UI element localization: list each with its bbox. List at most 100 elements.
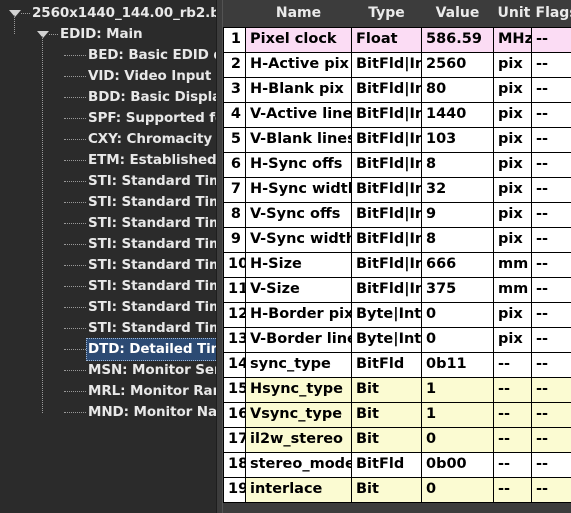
cell-name[interactable]: Vsync_type (245, 401, 352, 428)
cell-value[interactable]: 1 (421, 376, 494, 403)
cell-unit[interactable]: pix (493, 176, 532, 203)
column-header-type[interactable]: Type (351, 0, 422, 27)
cell-unit[interactable]: pix (493, 126, 532, 153)
table-row[interactable]: 8V-Sync offsBitFld|Int9pix-- (223, 201, 571, 228)
cell-unit[interactable]: pix (493, 226, 532, 253)
table-row[interactable]: 6H-Sync offsBitFld|Int8pix-- (223, 151, 571, 178)
cell-name[interactable]: interlace (245, 476, 352, 503)
table-row[interactable]: 15Hsync_typeBit1---- (223, 376, 571, 403)
cell-flags[interactable]: -- (531, 426, 571, 453)
cell-value[interactable]: 375 (421, 276, 494, 303)
cell-flags[interactable]: -- (531, 101, 571, 128)
cell-name[interactable]: sync_type (245, 351, 352, 378)
cell-name[interactable]: il2w_stereo (245, 426, 352, 453)
cell-flags[interactable]: -- (531, 451, 571, 478)
cell-value[interactable]: 8 (421, 151, 494, 178)
cell-value[interactable]: 0 (421, 426, 494, 453)
tree-item-etm[interactable]: ETM: Established Timings (0, 150, 216, 171)
cell-flags[interactable]: -- (531, 401, 571, 428)
table-row[interactable]: 1 Pixel clock Float 586.59 MHz -- (223, 26, 571, 53)
cell-value[interactable]: 586.59 (421, 26, 494, 53)
table-row[interactable]: 17il2w_stereoBit0---- (223, 426, 571, 453)
table-row[interactable]: 10H-SizeBitFld|Int666mm-- (223, 251, 571, 278)
cell-unit[interactable]: mm (493, 251, 532, 278)
cell-type[interactable]: BitFld (351, 451, 422, 478)
cell-value[interactable]: 0 (421, 326, 494, 353)
cell-value[interactable]: 0 (421, 301, 494, 328)
cell-flags[interactable]: -- (531, 126, 571, 153)
cell-type[interactable]: BitFld|Int (351, 101, 422, 128)
tree-item-edid[interactable]: EDID: Main (0, 24, 216, 45)
table-row[interactable]: 2H-Active pixBitFld|Int2560pix-- (223, 51, 571, 78)
tree-item-sti[interactable]: STI: Standard Timing Identification (0, 255, 216, 276)
column-header-name[interactable]: Name (245, 0, 352, 27)
cell-name[interactable]: H-Sync width (245, 176, 352, 203)
cell-name[interactable]: H-Size (245, 251, 352, 278)
cell-name[interactable]: V-Border lines (245, 326, 352, 353)
tree-item-sti[interactable]: STI: Standard Timing Identification (0, 171, 216, 192)
cell-value[interactable]: 0b00 (421, 451, 494, 478)
triangle-down-icon[interactable] (37, 31, 49, 38)
table-row[interactable]: 13V-Border linesByte|Int0pix-- (223, 326, 571, 353)
cell-unit[interactable]: pix (493, 151, 532, 178)
tree-item-bdd[interactable]: BDD: Basic Display Description (0, 87, 216, 108)
table-row[interactable]: 3H-Blank pixBitFld|Int80pix-- (223, 76, 571, 103)
cell-unit[interactable]: pix (493, 76, 532, 103)
cell-unit[interactable]: mm (493, 276, 532, 303)
cell-unit[interactable]: pix (493, 51, 532, 78)
cell-flags[interactable]: -- (531, 376, 571, 403)
edid-structure-tree[interactable]: 2560x1440_144.00_rb2.bin EDID: Main BED: B… (0, 0, 216, 513)
cell-type[interactable]: BitFld|Int (351, 176, 422, 203)
cell-value[interactable]: 80 (421, 76, 494, 103)
cell-flags[interactable]: -- (531, 251, 571, 278)
cell-name[interactable]: Pixel clock (245, 26, 352, 53)
cell-unit[interactable]: pix (493, 326, 532, 353)
cell-value[interactable]: 8 (421, 226, 494, 253)
cell-unit[interactable]: pix (493, 101, 532, 128)
cell-flags[interactable]: -- (531, 201, 571, 228)
cell-value[interactable]: 1440 (421, 101, 494, 128)
tree-item-msn[interactable]: MSN: Monitor Serial Number (0, 360, 216, 381)
cell-name[interactable]: H-Blank pix (245, 76, 352, 103)
cell-name[interactable]: stereo_mode (245, 451, 352, 478)
tree-item-sti[interactable]: STI: Standard Timing Identification (0, 276, 216, 297)
cell-unit[interactable]: -- (493, 426, 532, 453)
cell-flags[interactable]: -- (531, 476, 571, 503)
tree-item-dtd[interactable]: DTD: Detailed Timing Descriptor (0, 338, 216, 361)
cell-type[interactable]: Bit (351, 401, 422, 428)
tree-item-sti[interactable]: STI: Standard Timing Identification (0, 192, 216, 213)
cell-unit[interactable]: -- (493, 451, 532, 478)
tree-item-sti[interactable]: STI: Standard Timing Identification (0, 318, 216, 339)
cell-type[interactable]: BitFld (351, 351, 422, 378)
tree-root-item[interactable]: 2560x1440_144.00_rb2.bin (0, 3, 216, 24)
cell-unit[interactable]: -- (493, 476, 532, 503)
cell-name[interactable]: H-Active pix (245, 51, 352, 78)
column-header-value[interactable]: Value (421, 0, 494, 27)
table-row[interactable]: 7H-Sync widthBitFld|Int32pix-- (223, 176, 571, 203)
cell-type[interactable]: BitFld|Int (351, 51, 422, 78)
cell-unit[interactable]: -- (493, 351, 532, 378)
triangle-down-icon[interactable] (9, 10, 21, 17)
cell-unit[interactable]: -- (493, 376, 532, 403)
cell-value[interactable]: 2560 (421, 51, 494, 78)
cell-flags[interactable]: -- (531, 301, 571, 328)
cell-type[interactable]: BitFld|Int (351, 251, 422, 278)
cell-name[interactable]: V-Sync width (245, 226, 352, 253)
table-row[interactable]: 5V-Blank linesBitFld|Int103pix-- (223, 126, 571, 153)
tree-item-spf[interactable]: SPF: Supported features (0, 108, 216, 129)
cell-type[interactable]: BitFld|Int (351, 226, 422, 253)
table-row[interactable]: 4V-Active linesBitFld|Int1440pix-- (223, 101, 571, 128)
table-row[interactable]: 19interlaceBit0---- (223, 476, 571, 503)
cell-flags[interactable]: -- (531, 51, 571, 78)
cell-type[interactable]: Byte|Int (351, 326, 422, 353)
cell-flags[interactable]: -- (531, 76, 571, 103)
cell-name[interactable]: V-Size (245, 276, 352, 303)
cell-flags[interactable]: -- (531, 326, 571, 353)
cell-unit[interactable]: pix (493, 301, 532, 328)
cell-name[interactable]: H-Border pix (245, 301, 352, 328)
cell-name[interactable]: V-Active lines (245, 101, 352, 128)
cell-name[interactable]: Hsync_type (245, 376, 352, 403)
cell-type[interactable]: Bit (351, 476, 422, 503)
tree-item-sti[interactable]: STI: Standard Timing Identification (0, 234, 216, 255)
cell-value[interactable]: 0b11 (421, 351, 494, 378)
